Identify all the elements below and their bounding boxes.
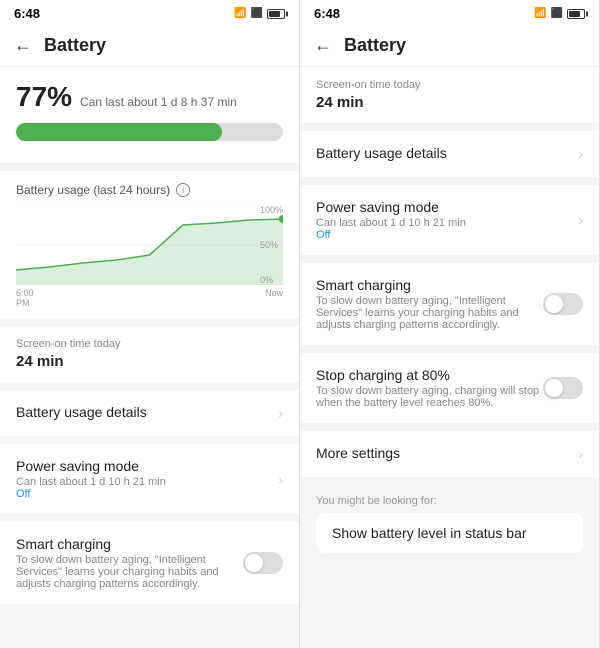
back-button-left[interactable]: ←: [14, 35, 32, 56]
chart-x-end: Now: [265, 288, 283, 308]
battery-usage-group: Battery usage details ›: [0, 390, 299, 436]
chart-x-start: 6:00PM: [16, 288, 34, 308]
r-power-saving-title: Power saving mode: [316, 199, 570, 215]
r-power-saving-item[interactable]: Power saving mode Can last about 1 d 10 …: [300, 185, 599, 255]
battery-bar-fill: [16, 123, 222, 141]
chart-y-50: 50%: [260, 240, 283, 250]
smart-charging-toggle[interactable]: [243, 552, 283, 574]
chart-section: Battery usage (last 24 hours) i: [0, 171, 299, 318]
r-stop-charging-desc: To slow down battery aging, charging wil…: [316, 385, 543, 409]
r-more-settings-title: More settings: [316, 445, 570, 461]
battery-percentage-row: 77% Can last about 1 d 8 h 37 min: [16, 81, 283, 113]
r-power-saving-group: Power saving mode Can last about 1 d 10 …: [300, 185, 599, 255]
chart-title: Battery usage (last 24 hours): [16, 183, 170, 197]
battery-percentage: 77%: [16, 81, 72, 113]
battery-level-section: 77% Can last about 1 d 8 h 37 min: [0, 67, 299, 163]
content-right: Screen-on time today 24 min Battery usag…: [300, 67, 599, 648]
power-saving-left: Power saving mode Can last about 1 d 10 …: [16, 458, 270, 500]
r-power-saving-left: Power saving mode Can last about 1 d 10 …: [316, 199, 570, 241]
chart-y-100: 100%: [260, 205, 283, 215]
vpn-icon-right: ⬛: [551, 8, 563, 19]
r-smart-charging-left: Smart charging To slow down battery agin…: [316, 277, 543, 331]
r-stop-charging-group: Stop charging at 80% To slow down batter…: [300, 353, 599, 423]
page-title-left: Battery: [44, 35, 106, 56]
power-saving-group: Power saving mode Can last about 1 d 10 …: [0, 444, 299, 514]
you-might-label: You might be looking for:: [316, 495, 583, 507]
info-icon: i: [176, 183, 190, 197]
screen-on-section: Screen-on time today 24 min: [0, 326, 299, 382]
battery-icon-small-right: [567, 9, 585, 19]
smart-charging-group: Smart charging To slow down battery agin…: [0, 522, 299, 604]
smart-charging-left: Smart charging To slow down battery agin…: [16, 536, 243, 590]
status-time-right: 6:48: [314, 6, 340, 21]
r-battery-usage-chevron: ›: [578, 146, 583, 162]
r-stop-charging-left: Stop charging at 80% To slow down batter…: [316, 367, 543, 409]
screen-on-value: 24 min: [16, 353, 283, 370]
chart-svg: [16, 205, 283, 285]
smart-charging-item: Smart charging To slow down battery agin…: [0, 522, 299, 604]
status-icons-right: 📶 ⬛: [534, 8, 585, 19]
status-time-left: 6:48: [14, 6, 40, 21]
you-might-item-title: Show battery level in status bar: [332, 525, 567, 541]
screen-on-value-right: 24 min: [316, 94, 583, 111]
power-saving-subtitle: Can last about 1 d 10 h 21 min: [16, 476, 270, 488]
r-stop-charging-toggle[interactable]: [543, 377, 583, 399]
r-more-settings-group: More settings ›: [300, 431, 599, 477]
r-smart-charging-title: Smart charging: [316, 277, 543, 293]
r-more-settings-chevron: ›: [578, 446, 583, 462]
battery-usage-item[interactable]: Battery usage details ›: [0, 390, 299, 436]
chart-labels-y: 100% 50% 0%: [260, 205, 283, 285]
status-icons-left: 📶 ⬛: [234, 8, 285, 19]
smart-charging-desc: To slow down battery aging, "Intelligent…: [16, 554, 243, 590]
r-power-saving-chevron: ›: [578, 212, 583, 228]
battery-icon-small: [267, 9, 285, 19]
screen-on-label-right: Screen-on time today: [316, 79, 583, 91]
wifi-icon: 📶: [234, 8, 246, 19]
r-stop-charging-title: Stop charging at 80%: [316, 367, 543, 383]
power-saving-item[interactable]: Power saving mode Can last about 1 d 10 …: [0, 444, 299, 514]
vpn-icon: ⬛: [251, 8, 263, 19]
r-power-saving-status: Off: [316, 229, 570, 241]
screen-on-section-right: Screen-on time today 24 min: [300, 67, 599, 123]
r-more-settings-item[interactable]: More settings ›: [300, 431, 599, 477]
header-left: ← Battery: [0, 25, 299, 67]
power-saving-status: Off: [16, 488, 270, 500]
left-panel: 6:48 📶 ⬛ ← Battery 77% Can last about 1 …: [0, 0, 300, 648]
chart-header: Battery usage (last 24 hours) i: [16, 183, 283, 197]
power-saving-chevron: ›: [278, 471, 283, 487]
page-title-right: Battery: [344, 35, 406, 56]
you-might-section: You might be looking for: Show battery l…: [300, 485, 599, 559]
r-smart-charging-toggle[interactable]: [543, 293, 583, 315]
chart-labels-x: 6:00PM Now: [16, 288, 283, 308]
r-smart-charging-desc: To slow down battery aging, "Intelligent…: [316, 295, 543, 331]
battery-estimate: Can last about 1 d 8 h 37 min: [80, 95, 237, 109]
battery-usage-title: Battery usage details: [16, 404, 270, 420]
chart-area: 100% 50% 0%: [16, 205, 283, 285]
r-power-saving-subtitle: Can last about 1 d 10 h 21 min: [316, 217, 570, 229]
r-more-settings-left: More settings: [316, 445, 570, 463]
header-right: ← Battery: [300, 25, 599, 67]
r-smart-charging-group: Smart charging To slow down battery agin…: [300, 263, 599, 345]
r-smart-charging-item: Smart charging To slow down battery agin…: [300, 263, 599, 345]
battery-usage-chevron: ›: [278, 405, 283, 421]
back-button-right[interactable]: ←: [314, 35, 332, 56]
smart-charging-title: Smart charging: [16, 536, 243, 552]
r-battery-usage-item[interactable]: Battery usage details ›: [300, 131, 599, 177]
right-panel: 6:48 📶 ⬛ ← Battery Screen-on time today …: [300, 0, 600, 648]
battery-usage-left: Battery usage details: [16, 404, 270, 422]
status-bar-right: 6:48 📶 ⬛: [300, 0, 599, 25]
r-battery-usage-left: Battery usage details: [316, 145, 570, 163]
battery-bar-container: [16, 123, 283, 141]
r-stop-charging-item: Stop charging at 80% To slow down batter…: [300, 353, 599, 423]
content-left: 77% Can last about 1 d 8 h 37 min Batter…: [0, 67, 299, 648]
r-battery-usage-title: Battery usage details: [316, 145, 570, 161]
you-might-item[interactable]: Show battery level in status bar: [316, 513, 583, 553]
screen-on-label: Screen-on time today: [16, 338, 283, 350]
chart-y-0: 0%: [260, 275, 283, 285]
r-battery-usage-group: Battery usage details ›: [300, 131, 599, 177]
wifi-icon-right: 📶: [534, 8, 546, 19]
status-bar-left: 6:48 📶 ⬛: [0, 0, 299, 25]
power-saving-title: Power saving mode: [16, 458, 270, 474]
